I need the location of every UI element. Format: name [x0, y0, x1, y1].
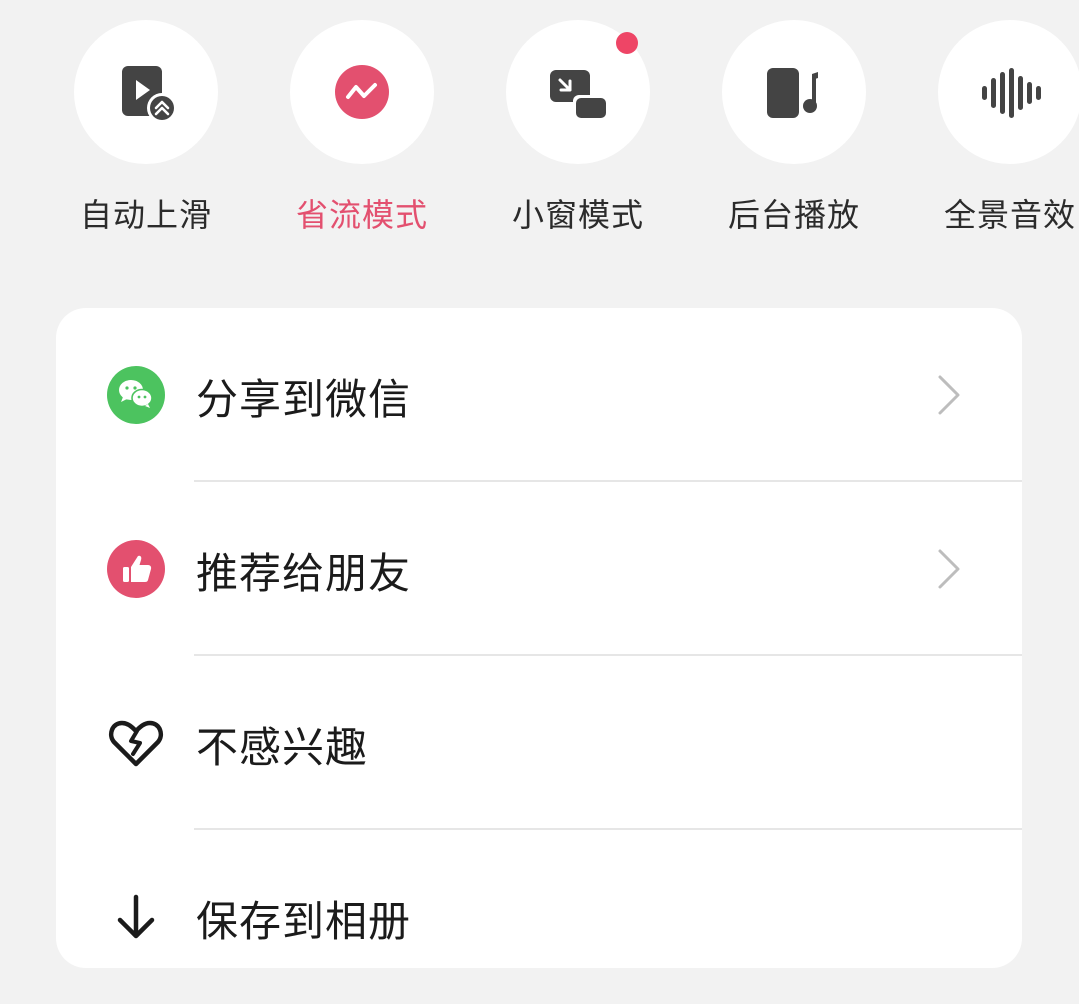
- menu-item-label: 不感兴趣: [196, 723, 369, 772]
- menu-item-recommend-friends[interactable]: 推荐给朋友: [56, 482, 1022, 656]
- quick-action-auto-swipe[interactable]: 自动上滑: [74, 20, 218, 240]
- download-arrow-icon: [117, 894, 155, 939]
- chevron-right-icon: [938, 375, 960, 415]
- quick-action-label: 小窗模式: [511, 196, 644, 234]
- menu-item-not-interested[interactable]: 不感兴趣: [56, 656, 1022, 830]
- quick-action-background-play[interactable]: 后台播放: [722, 20, 866, 240]
- quick-action-data-saver[interactable]: 省流模式: [290, 20, 434, 240]
- quick-actions-row: 自动上滑 省流模式 小窗模式 后台播放 全景音效: [0, 0, 1079, 260]
- quick-action-label: 省流模式: [295, 196, 428, 234]
- menu-item-label: 保存到相册: [196, 897, 412, 946]
- thumbs-up-icon: [107, 540, 165, 598]
- wechat-icon: [107, 366, 165, 424]
- background-play-icon: [767, 68, 818, 118]
- auto-swipe-up-icon: [122, 66, 177, 123]
- menu-item-save-to-album[interactable]: 保存到相册: [56, 830, 1022, 1004]
- quick-action-label: 全景音效: [943, 196, 1076, 234]
- menu-item-label: 推荐给朋友: [196, 549, 412, 598]
- chevron-right-icon: [938, 549, 960, 589]
- quick-action-label: 自动上滑: [79, 196, 212, 234]
- share-menu-card: 分享到微信 推荐给朋友 不感兴趣 保存到相册: [56, 308, 1022, 968]
- menu-item-label: 分享到微信: [196, 375, 412, 424]
- menu-item-share-wechat[interactable]: 分享到微信: [56, 308, 1022, 482]
- quick-action-panoramic-audio[interactable]: 全景音效: [938, 20, 1079, 240]
- broken-heart-icon: [109, 720, 163, 767]
- quick-action-label: 后台播放: [727, 196, 860, 234]
- quick-action-pip[interactable]: 小窗模式: [506, 20, 650, 240]
- data-saver-icon: [335, 65, 389, 119]
- audio-wave-icon: [982, 68, 1041, 118]
- picture-in-picture-icon: [550, 70, 609, 121]
